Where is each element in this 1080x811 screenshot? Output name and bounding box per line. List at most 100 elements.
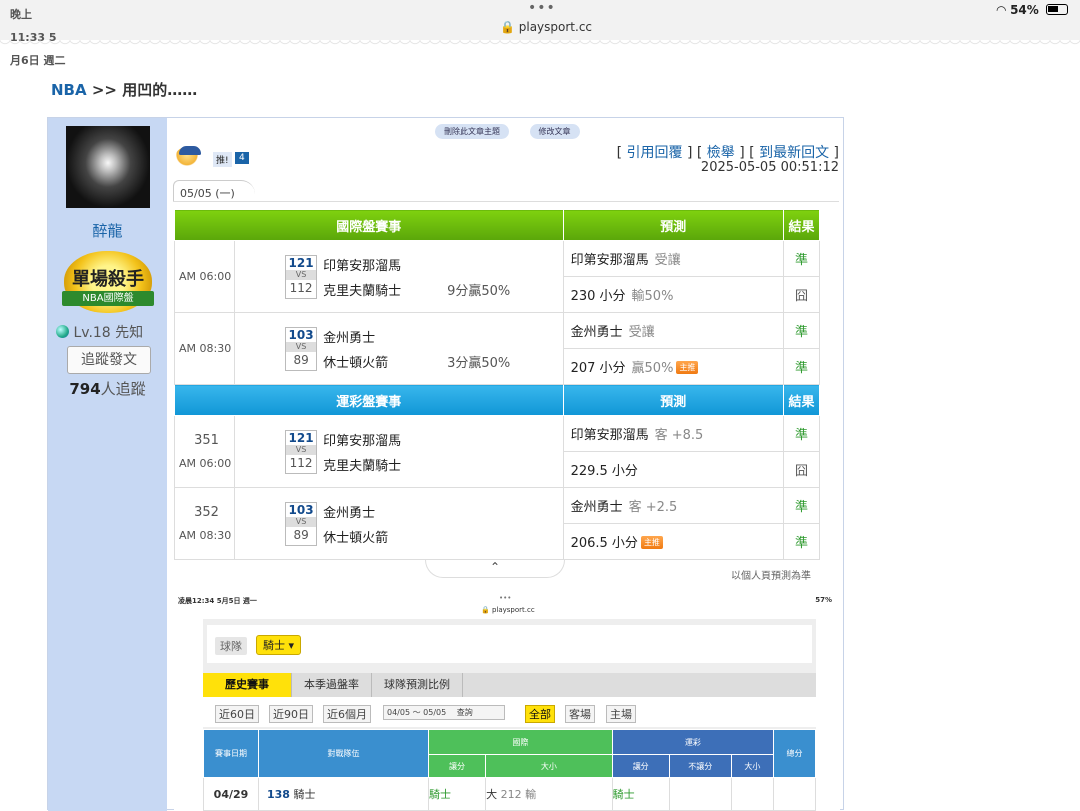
prediction-cell: 206.5 小分 主推 [562, 523, 784, 560]
badge-subtitle: NBA國際盤 [62, 291, 154, 306]
hist-ou-num: 212 [500, 788, 522, 801]
team-label: 球隊 [215, 637, 247, 655]
filter-home: 主場 [606, 705, 636, 723]
team2-name: 休士頓火箭 [323, 531, 389, 546]
result-cell: 準 [782, 487, 821, 524]
follower-number: 794 [69, 380, 101, 398]
push-widget[interactable]: 推! 4 [175, 142, 249, 172]
collapse-button[interactable]: ⌃ [425, 560, 565, 578]
user-level: Lv.18 先知 [56, 322, 143, 342]
team2-name: 克里夫蘭騎士 [323, 459, 402, 474]
filter-60d: 近60日 [215, 705, 259, 723]
embedded-screenshot: 凌晨12:34 5月5日 週一 ••• 🔒 playsport.cc 57% 球… [174, 581, 840, 811]
author-name[interactable]: 醉龍 [48, 220, 167, 241]
game-time: AM 08:30 [173, 312, 236, 385]
pick-sub: 受讓 [628, 325, 655, 340]
battery-icon [1046, 4, 1068, 15]
prediction-table: 國際盤賽事 預測 結果 AM 06:00 121 VS 112 印第安那溜馬 克… [173, 209, 821, 560]
intl-header-row: 國際盤賽事 預測 結果 [174, 209, 821, 241]
matchup-cell: 103 VS 89 金州勇士 休士頓火箭 3分贏50% [234, 312, 564, 385]
pick-main: 207 小分 [570, 361, 626, 376]
tab-season-rate: 本季過盤率 [292, 673, 372, 697]
prediction-cell: 207 小分 贏50% 主推 [562, 348, 784, 385]
status-time: 晚上11:33 5月6日 週二 [10, 8, 66, 67]
result-cell: 囧 [782, 276, 821, 313]
pick-main: 印第安那溜馬 [570, 253, 649, 268]
prediction-cell: 229.5 小分 [562, 451, 784, 488]
tab-team-ratio: 球隊預測比例 [372, 673, 463, 697]
query-button: 查詢 [456, 708, 473, 717]
push-label[interactable]: 推! [213, 152, 232, 167]
prediction-cell: 印第安那溜馬 受讓 [562, 240, 784, 277]
follower-count: 794人追蹤 [48, 378, 167, 399]
achievement-badge: 單場殺手 NBA國際盤 [58, 251, 158, 313]
margin-result: 9分贏50% [447, 284, 511, 299]
mascot-icon [175, 146, 205, 168]
matchup-cell: 121 VS 112 印第安那溜馬 克里夫蘭騎士 [234, 415, 564, 488]
filter-90d: 近90日 [269, 705, 313, 723]
level-globe-icon [56, 325, 69, 338]
matchup-cell: 103 VS 89 金州勇士 休士頓火箭 [234, 487, 564, 560]
team1-name: 印第安那溜馬 [323, 434, 402, 449]
battery-percent: 54% [1010, 3, 1039, 17]
hist-lot-nospread-val [668, 777, 732, 811]
post-timestamp: 2025-05-05 00:51:12 [700, 160, 839, 175]
prediction-cell: 金州勇士 受讓 [562, 312, 784, 349]
result-cell: 準 [782, 240, 821, 277]
pick-sub: 輸50% [631, 289, 674, 304]
matchup-cell: 121 VS 112 印第安那溜馬 克里夫蘭騎士 9分贏50% [234, 240, 564, 313]
result-cell: 準 [782, 415, 821, 452]
hist-intl-ou: 大小 [485, 754, 613, 778]
margin-result: 3分贏50% [447, 356, 511, 371]
score-box: 103 VS 89 [285, 327, 318, 371]
result-cell: 準 [782, 348, 821, 385]
breadcrumb-nba-link[interactable]: NBA [51, 81, 87, 99]
embedded-url: 🔒 playsport.cc [481, 606, 535, 614]
follow-button[interactable]: 追蹤發文 [67, 346, 151, 374]
avatar[interactable] [66, 126, 150, 208]
filter-all: 全部 [525, 705, 555, 723]
edit-post-button[interactable]: 修改文章 [529, 124, 580, 139]
game-time: AM 08:30 [179, 528, 232, 542]
game-time-cell: 351 AM 06:00 [173, 415, 236, 488]
hist-team-name: 騎士 [293, 788, 316, 801]
hist-team: 138 騎士 [258, 777, 429, 811]
delete-topic-button[interactable]: 刪除此文章主題 [435, 124, 509, 139]
game-number: 352 [194, 504, 219, 520]
filter-away: 客場 [565, 705, 595, 723]
prediction-note: 以個人頁預測為準 [731, 571, 811, 582]
hist-intl-header: 國際 [428, 729, 613, 755]
table-row: 04/29 138 騎士 騎士 大 212 輸 騎士 [203, 777, 816, 811]
hist-teams-header: 對戰隊伍 [258, 729, 429, 778]
team-filter-row: 球隊 騎士 ▾ [207, 625, 812, 663]
level-text: Lv.18 先知 [73, 325, 144, 341]
pick-main: 印第安那溜馬 [570, 428, 649, 443]
result-cell: 囧 [782, 451, 821, 488]
featured-pick-badge: 主推 [676, 361, 699, 374]
team2-score: 89 [293, 528, 309, 542]
prediction-cell: 金州勇士客 +2.5 [562, 487, 784, 524]
url-bar[interactable]: 🔒 playsport.cc [500, 20, 592, 34]
report-link[interactable]: 檢舉 [707, 145, 735, 161]
hist-lot-spread: 讓分 [611, 754, 670, 778]
date-tab: 05/05 (一) [173, 180, 255, 202]
page-divider [0, 40, 1080, 52]
team2-name: 休士頓火箭 [323, 356, 389, 371]
team1-score: 121 [288, 256, 314, 270]
game-number: 351 [194, 432, 219, 448]
ios-status-bar: 晚上11:33 5月6日 週二 ••• 🔒 playsport.cc ◠ 54% [0, 0, 1080, 67]
breadcrumb-separator: >> [91, 81, 117, 99]
hist-intl-spread-val: 騎士 [427, 777, 487, 811]
pick-main: 金州勇士 [570, 500, 623, 515]
team2-score: 112 [289, 456, 313, 470]
latest-reply-link[interactable]: 到最新回文 [759, 145, 829, 161]
post-container: 醉龍 單場殺手 NBA國際盤 Lv.18 先知 追蹤發文 794人追蹤 刪除此文… [47, 117, 844, 811]
more-dots-icon[interactable]: ••• [528, 0, 556, 16]
follower-label: 人追蹤 [100, 380, 146, 398]
quote-reply-link[interactable]: 引用回覆 [627, 145, 683, 161]
featured-pick-badge: 主推 [640, 536, 663, 549]
hist-ou-side: 大 [486, 788, 498, 801]
result-cell: 準 [782, 523, 821, 560]
hist-total-header: 總分 [773, 729, 816, 778]
pick-sub: 贏50% [631, 361, 674, 376]
